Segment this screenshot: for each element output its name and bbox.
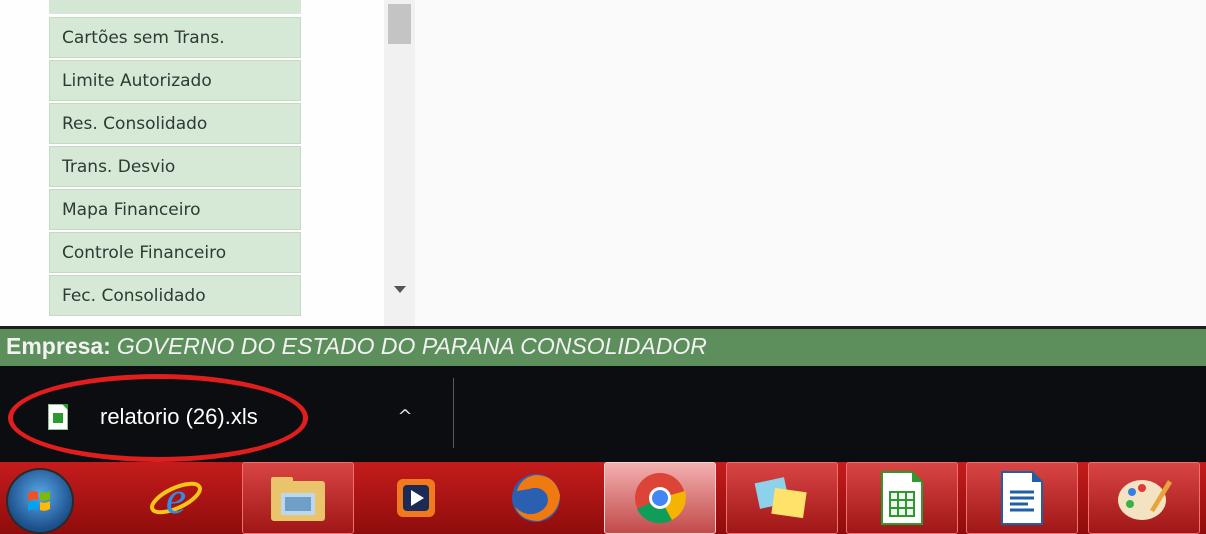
- svg-text:e: e: [166, 472, 186, 523]
- taskbar-chrome[interactable]: [604, 462, 716, 534]
- taskbar-libreoffice-writer[interactable]: [966, 462, 1078, 534]
- windows-taskbar: e: [0, 462, 1206, 534]
- menu-item-cartoes-sem-trans[interactable]: Cartões sem Trans.: [49, 17, 301, 58]
- download-divider: [453, 378, 454, 448]
- menu-item-fec-consolidado[interactable]: Fec. Consolidado: [49, 275, 301, 316]
- paint-palette-icon: [1118, 480, 1172, 520]
- taskbar-internet-explorer[interactable]: e: [120, 462, 232, 534]
- taskbar-sticky-notes[interactable]: [726, 462, 838, 534]
- taskbar-firefox[interactable]: [480, 462, 592, 534]
- taskbar-paint[interactable]: [1088, 462, 1200, 534]
- side-menu: Cartões sem Trans. Limite Autorizado Res…: [0, 0, 384, 326]
- chevron-up-icon[interactable]: ^: [394, 406, 416, 428]
- scroll-down-arrow-icon[interactable]: [394, 286, 406, 293]
- taskbar-file-explorer[interactable]: [242, 462, 354, 534]
- folder-icon: [271, 477, 325, 521]
- media-player-icon: [397, 479, 435, 517]
- chrome-icon: [635, 473, 686, 524]
- menu-item-trans-desvio[interactable]: Trans. Desvio: [49, 146, 301, 187]
- taskbar-libreoffice-calc[interactable]: [846, 462, 958, 534]
- company-label: Empresa:: [6, 333, 111, 359]
- company-bar: Empresa: GOVERNO DO ESTADO DO PARANA CONS…: [0, 326, 1206, 366]
- menu-item-res-consolidado[interactable]: Res. Consolidado: [49, 103, 301, 144]
- windows-start-icon[interactable]: [6, 468, 74, 534]
- taskbar-media-player[interactable]: [360, 462, 472, 534]
- menu-item-partial[interactable]: [49, 0, 301, 15]
- document-icon: [1001, 471, 1043, 525]
- menu-item-controle-financeiro[interactable]: Controle Financeiro: [49, 232, 301, 273]
- internet-explorer-icon: e: [150, 472, 202, 523]
- menu-list: Cartões sem Trans. Limite Autorizado Res…: [49, 17, 301, 318]
- firefox-icon: [512, 474, 560, 522]
- menu-scrollbar[interactable]: [384, 0, 415, 326]
- spreadsheet-icon: [881, 471, 923, 525]
- highlight-annotation: [8, 374, 308, 462]
- scrollbar-thumb[interactable]: [388, 4, 411, 44]
- main-content-area: [415, 0, 1206, 326]
- menu-item-mapa-financeiro[interactable]: Mapa Financeiro: [49, 189, 301, 230]
- menu-item-limite-autorizado[interactable]: Limite Autorizado: [49, 60, 301, 101]
- sticky-notes-icon: [754, 477, 807, 519]
- company-name: GOVERNO DO ESTADO DO PARANA CONSOLIDADOR: [116, 333, 707, 359]
